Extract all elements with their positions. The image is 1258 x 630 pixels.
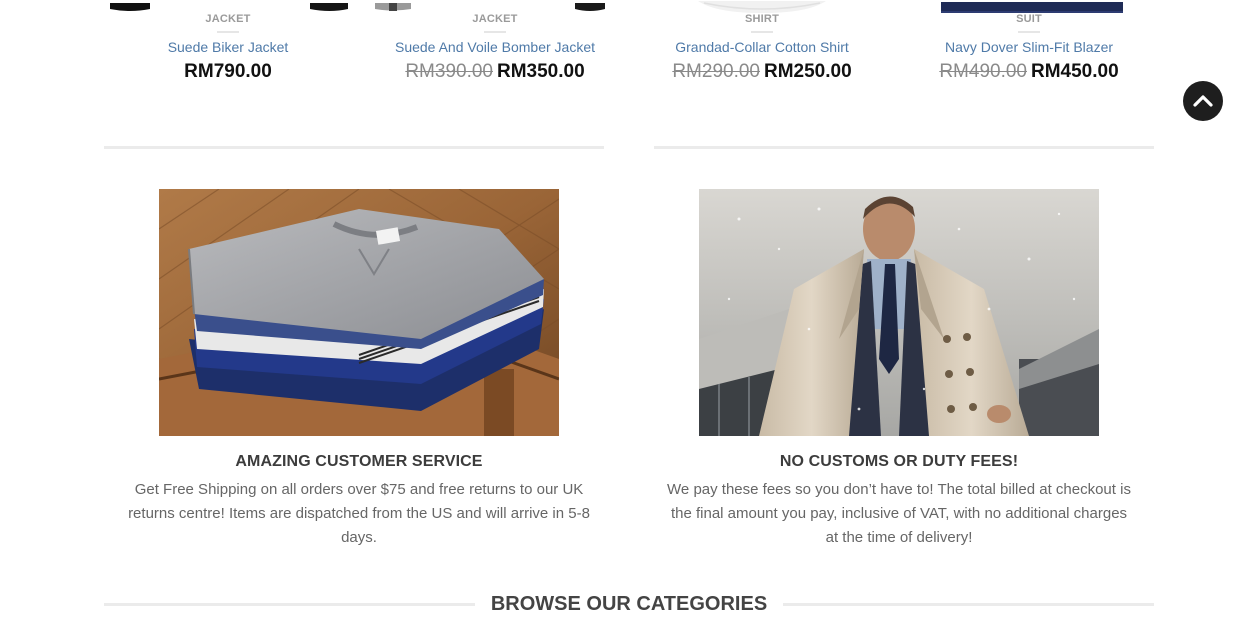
product-image[interactable] [375,0,411,11]
old-price: RM490.00 [939,61,1027,82]
product-card[interactable]: JACKET Suede And Voile Bomber Jacket RM3… [361,0,629,100]
product-price: RM390.00 RM350.00 [361,61,629,83]
category-underline [1018,31,1040,33]
product-category: SUIT [1016,13,1042,25]
feature-title: NO CUSTOMS OR DUTY FEES! [779,453,1019,470]
trench-coat-image [699,189,1099,436]
categories-heading: BROWSE OUR CATEGORIES [490,593,768,615]
feature-title: AMAZING CUSTOMER SERVICE [235,453,483,470]
product-category: JACKET [205,13,251,25]
product-image[interactable] [698,0,826,13]
old-price: RM390.00 [405,61,493,82]
product-image-edge [575,0,609,11]
product-category: SHIRT [745,13,779,25]
product-image[interactable] [941,0,1123,13]
product-image[interactable] [110,0,150,11]
feature-description: Get Free Shipping on all orders over $75… [128,481,590,546]
product-name-link[interactable]: Navy Dover Slim-Fit Blazer [895,39,1163,55]
category-underline [751,31,773,33]
current-price: RM250.00 [764,61,852,82]
old-price: RM290.00 [672,61,760,82]
product-card[interactable]: SHIRT Grandad-Collar Cotton Shirt RM290.… [628,0,896,100]
section-divider [104,146,604,149]
feature-description: We pay these fees so you don’t have to! … [667,481,1131,546]
section-divider [654,146,1154,149]
feature-no-customs: NO CUSTOMS OR DUTY FEES! We pay these fe… [649,189,1149,550]
product-carousel: JACKET Suede Biker Jacket RM790.00 JACKE… [94,0,1164,100]
current-price: RM450.00 [1031,61,1119,82]
feature-customer-service: AMAZING CUSTOMER SERVICE Get Free Shippi… [109,189,609,550]
current-price: RM790.00 [184,61,272,82]
product-card[interactable]: SUIT Navy Dover Slim-Fit Blazer RM490.00… [895,0,1163,100]
category-underline [217,31,239,33]
folded-sweaters-image [159,189,559,436]
product-name-link[interactable]: Suede And Voile Bomber Jacket [361,39,629,55]
product-category: JACKET [472,13,518,25]
chevron-up-icon [1193,95,1213,107]
product-image-edge [308,0,352,11]
category-underline [484,31,506,33]
product-name-link[interactable]: Grandad-Collar Cotton Shirt [628,39,896,55]
product-name-link[interactable]: Suede Biker Jacket [94,39,362,55]
product-card[interactable]: JACKET Suede Biker Jacket RM790.00 [94,0,362,100]
back-to-top-button[interactable] [1183,81,1223,121]
product-price: RM490.00 RM450.00 [895,61,1163,83]
product-price: RM790.00 [94,61,362,83]
current-price: RM350.00 [497,61,585,82]
product-price: RM290.00 RM250.00 [628,61,896,83]
page: JACKET Suede Biker Jacket RM790.00 JACKE… [0,0,1258,630]
